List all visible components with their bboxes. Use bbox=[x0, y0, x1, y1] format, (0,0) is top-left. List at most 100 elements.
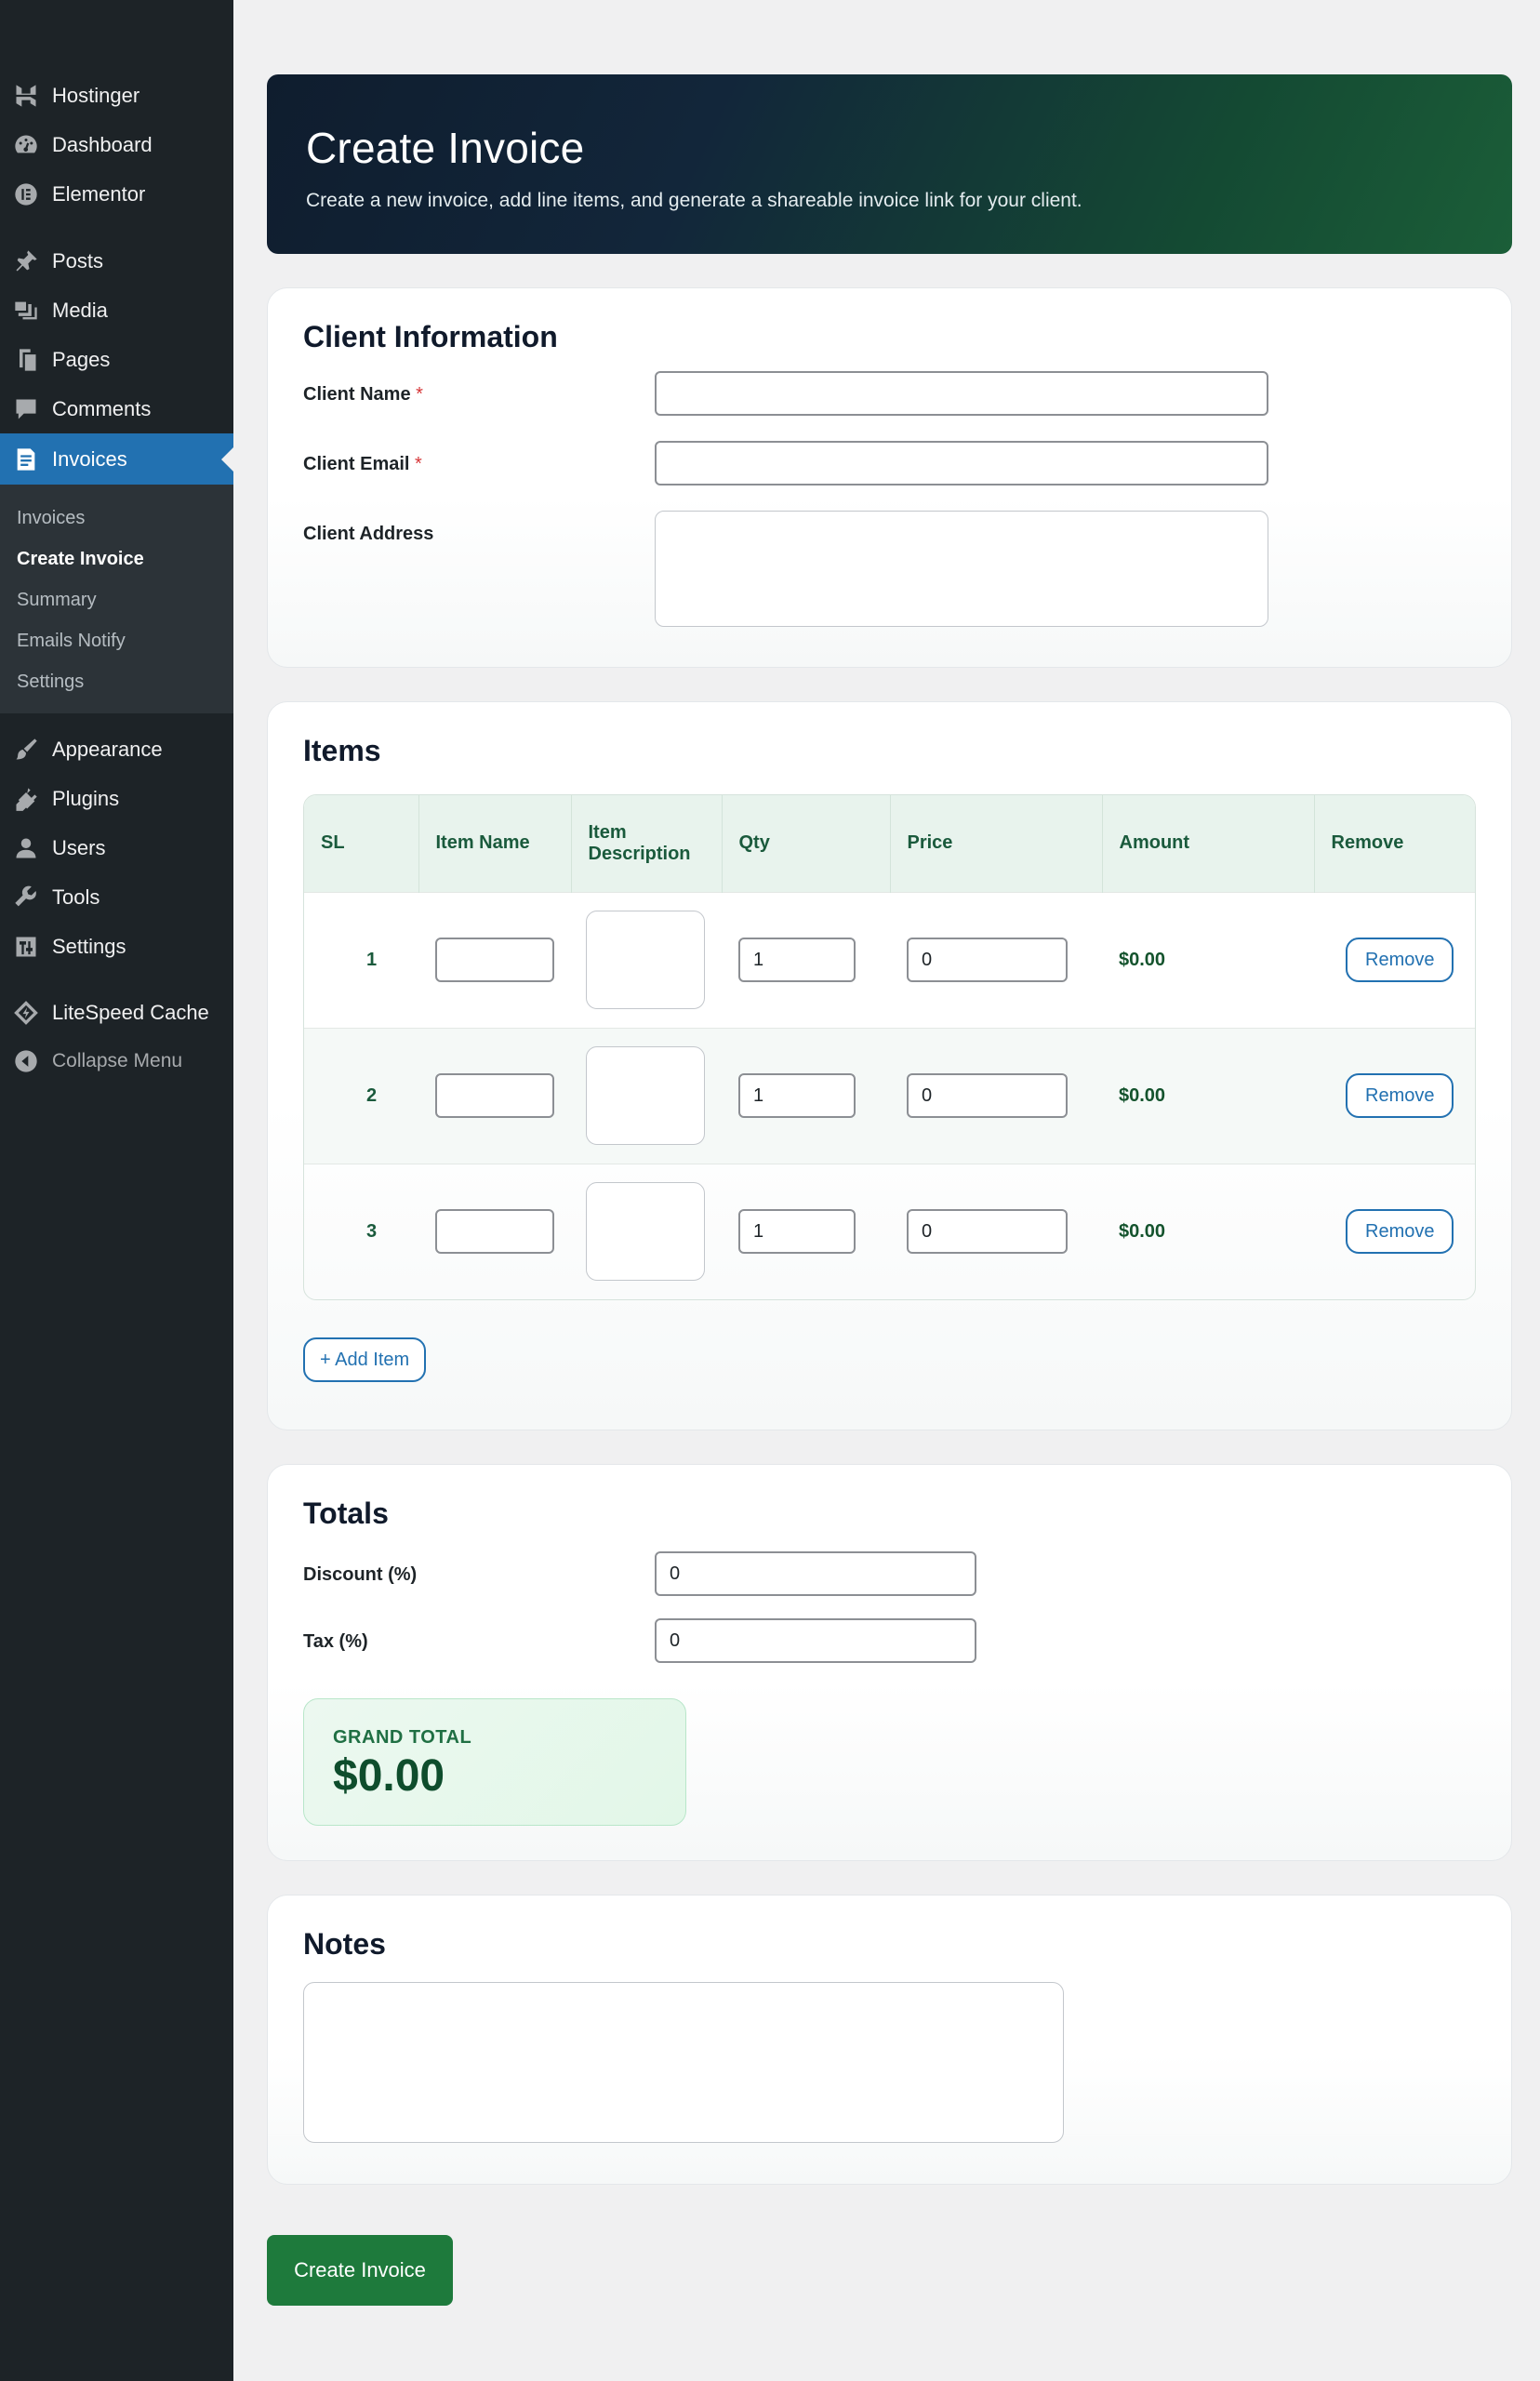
sidebar-item-label: Plugins bbox=[52, 786, 120, 810]
grand-total-value: $0.00 bbox=[333, 1751, 445, 1801]
label-text: Client Name bbox=[303, 384, 411, 405]
row-sl: 2 bbox=[365, 1084, 378, 1106]
create-invoice-button[interactable]: Create Invoice bbox=[267, 2235, 453, 2306]
section-title: Notes bbox=[303, 1927, 386, 1961]
row-amount: $0.00 bbox=[1119, 1220, 1166, 1242]
add-item-button[interactable]: + Add Item bbox=[303, 1337, 427, 1382]
required-mark: * bbox=[416, 384, 423, 405]
sidebar-item-label: Collapse Menu bbox=[52, 1050, 183, 1071]
invoices-submenu-wrap: Invoices Create Invoice Summary Emails N… bbox=[0, 485, 233, 713]
notes-card: Notes bbox=[267, 1895, 1512, 2185]
sidebar-item-users[interactable]: Users bbox=[0, 823, 233, 872]
client-address-textarea[interactable] bbox=[655, 511, 1268, 627]
col-header-price: Price bbox=[890, 795, 1103, 892]
media-icon bbox=[12, 297, 40, 325]
client-name-row: Client Name * bbox=[303, 371, 1476, 416]
sidebar-item-label: Users bbox=[52, 835, 106, 859]
client-address-label: Client Address bbox=[303, 524, 434, 544]
grand-total-label: GRAND TOTAL bbox=[333, 1727, 472, 1748]
item-name-input[interactable] bbox=[435, 938, 554, 982]
admin-sidebar: Hostinger Dashboard Elementor Posts Medi… bbox=[0, 0, 233, 2381]
item-description-textarea[interactable] bbox=[586, 1046, 705, 1145]
client-name-input[interactable] bbox=[655, 371, 1268, 416]
user-icon bbox=[12, 834, 40, 862]
menu-separator bbox=[0, 971, 233, 988]
item-description-textarea[interactable] bbox=[586, 911, 705, 1009]
sidebar-item-litespeed-cache[interactable]: LiteSpeed Cache bbox=[0, 988, 233, 1037]
col-header-qty: Qty bbox=[722, 795, 891, 892]
submenu-item-invoices[interactable]: Invoices bbox=[0, 498, 233, 539]
item-name-input[interactable] bbox=[435, 1073, 554, 1118]
sidebar-item-media[interactable]: Media bbox=[0, 286, 233, 335]
totals-card: Totals Discount (%) 0 Tax (%) 0 GRAND TO… bbox=[267, 1464, 1512, 1861]
sidebar-item-label: Invoices bbox=[52, 446, 127, 471]
collapse-menu-button[interactable]: Collapse Menu bbox=[0, 1037, 233, 1085]
tax-input[interactable]: 0 bbox=[655, 1618, 976, 1663]
price-input[interactable]: 0 bbox=[907, 1209, 1068, 1255]
sidebar-item-label: Pages bbox=[52, 347, 111, 371]
invoice-icon bbox=[12, 446, 40, 473]
sidebar-item-label: Tools bbox=[52, 885, 100, 909]
tax-label: Tax (%) bbox=[303, 1631, 368, 1652]
item-name-input[interactable] bbox=[435, 1209, 554, 1255]
notes-textarea[interactable] bbox=[303, 1982, 1064, 2143]
price-input[interactable]: 0 bbox=[907, 1073, 1068, 1118]
sidebar-item-comments[interactable]: Comments bbox=[0, 384, 233, 433]
brush-icon bbox=[12, 736, 40, 764]
client-email-input[interactable] bbox=[655, 441, 1268, 486]
sidebar-item-label: Settings bbox=[52, 934, 126, 958]
table-row: 2 1 0 $0.00 Remove bbox=[304, 1028, 1475, 1164]
dashboard-icon bbox=[12, 131, 40, 159]
submenu-item-create-invoice[interactable]: Create Invoice bbox=[0, 539, 233, 579]
col-header-item-description: Item Description bbox=[571, 795, 723, 892]
sidebar-item-hostinger[interactable]: Hostinger bbox=[0, 71, 233, 120]
client-address-row: Client Address bbox=[303, 511, 1476, 627]
client-info-card: Client Information Client Name * Client … bbox=[267, 287, 1512, 668]
sidebar-item-plugins[interactable]: Plugins bbox=[0, 774, 233, 823]
section-title: Totals bbox=[303, 1496, 389, 1530]
wrench-icon bbox=[12, 884, 40, 911]
row-sl: 3 bbox=[365, 1220, 378, 1242]
sidebar-item-tools[interactable]: Tools bbox=[0, 872, 233, 922]
sidebar-item-label: Dashboard bbox=[52, 132, 153, 156]
sidebar-item-invoices[interactable]: Invoices bbox=[0, 433, 233, 485]
sidebar-item-pages[interactable]: Pages bbox=[0, 335, 233, 384]
col-header-item-name: Item Name bbox=[418, 795, 572, 892]
pin-icon bbox=[12, 247, 40, 275]
item-description-textarea[interactable] bbox=[586, 1182, 705, 1282]
table-row: 1 1 0 $0.00 Remove bbox=[304, 892, 1475, 1028]
client-name-label: Client Name * bbox=[303, 371, 655, 406]
elementor-icon bbox=[12, 180, 40, 208]
section-title: Client Information bbox=[303, 320, 558, 353]
qty-input[interactable]: 1 bbox=[738, 938, 856, 982]
sidebar-item-dashboard[interactable]: Dashboard bbox=[0, 120, 233, 169]
submenu-item-emails-notify[interactable]: Emails Notify bbox=[0, 620, 233, 661]
sidebar-item-appearance[interactable]: Appearance bbox=[0, 725, 233, 774]
plugin-icon bbox=[12, 785, 40, 813]
qty-input[interactable]: 1 bbox=[738, 1209, 856, 1255]
submenu-item-settings[interactable]: Settings bbox=[0, 661, 233, 702]
row-amount: $0.00 bbox=[1119, 1084, 1166, 1106]
col-header-remove: Remove bbox=[1331, 832, 1404, 854]
pages-icon bbox=[12, 346, 40, 374]
submenu-item-summary[interactable]: Summary bbox=[0, 579, 233, 620]
qty-input[interactable]: 1 bbox=[738, 1073, 856, 1118]
remove-row-button[interactable]: Remove bbox=[1346, 1073, 1454, 1118]
discount-row: Discount (%) 0 bbox=[303, 1551, 1476, 1596]
remove-row-button[interactable]: Remove bbox=[1346, 938, 1454, 982]
sidebar-item-label: Elementor bbox=[52, 181, 146, 206]
sidebar-item-label: Comments bbox=[52, 396, 152, 420]
sidebar-item-label: Posts bbox=[52, 248, 104, 273]
sidebar-item-label: Hostinger bbox=[52, 83, 140, 107]
discount-input[interactable]: 0 bbox=[655, 1551, 976, 1596]
remove-row-button[interactable]: Remove bbox=[1346, 1209, 1454, 1255]
litespeed-icon bbox=[12, 999, 40, 1027]
sidebar-item-elementor[interactable]: Elementor bbox=[0, 169, 233, 219]
items-table: SL Item Name Item Description Qty Price … bbox=[303, 794, 1476, 1300]
sidebar-item-settings[interactable]: Settings bbox=[0, 922, 233, 971]
sidebar-item-posts[interactable]: Posts bbox=[0, 236, 233, 286]
row-amount: $0.00 bbox=[1119, 949, 1166, 970]
hostinger-icon bbox=[12, 82, 40, 110]
price-input[interactable]: 0 bbox=[907, 938, 1068, 982]
required-mark: * bbox=[415, 454, 422, 474]
